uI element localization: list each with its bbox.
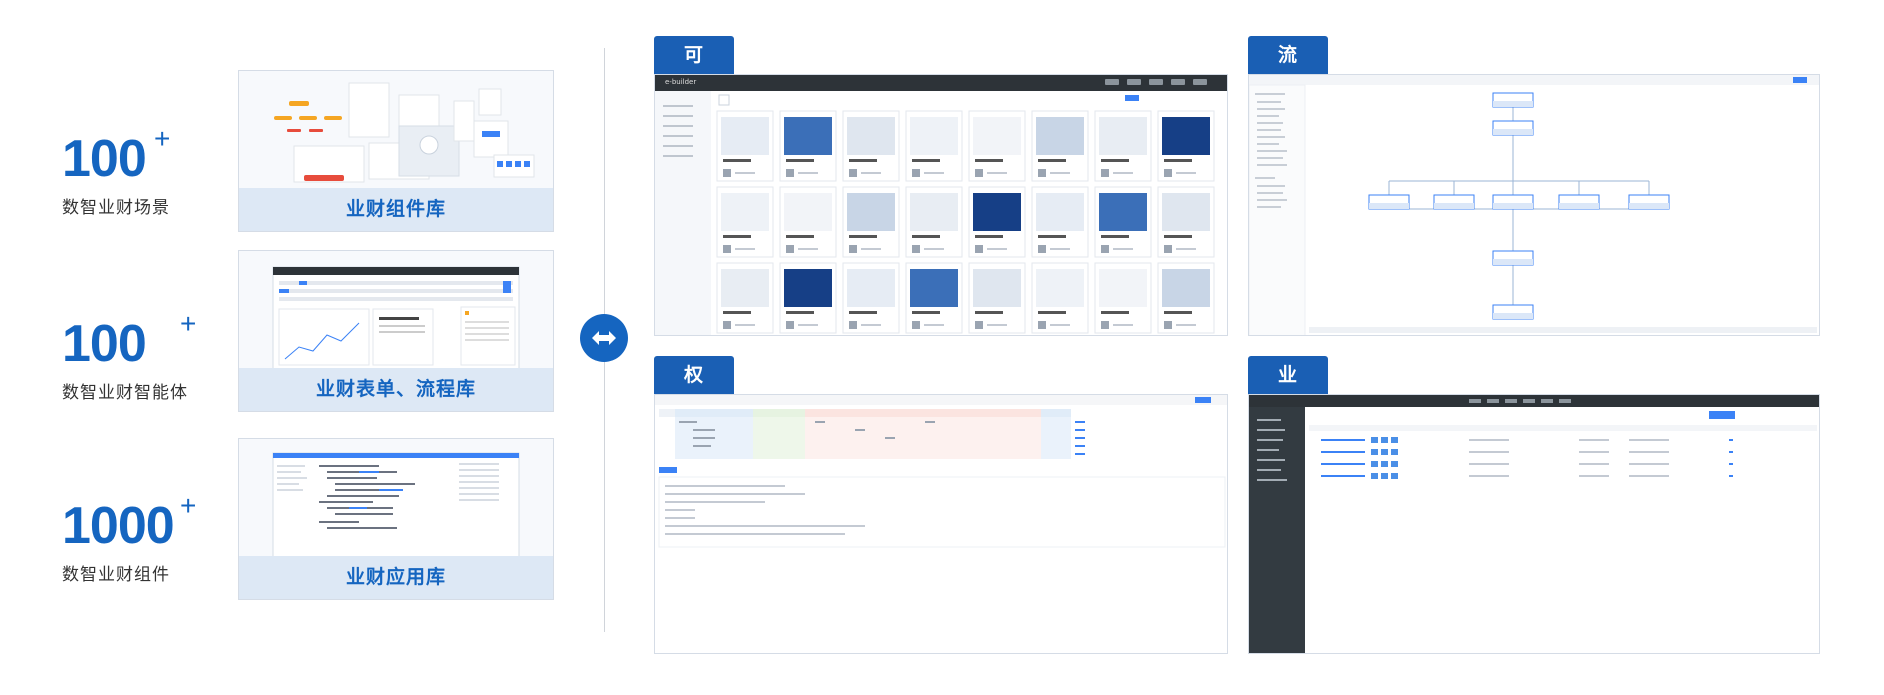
stat-components: 1000 + 数智业财组件 <box>62 490 222 585</box>
stat-number: 1000 <box>62 497 175 555</box>
forms-illustration <box>239 251 553 369</box>
flowchart <box>1249 75 1819 335</box>
orchestration-screenshot[interactable] <box>1248 394 1820 654</box>
responsibility-matrix <box>655 395 1227 548</box>
components-illustration <box>239 71 553 189</box>
process-rows <box>1309 435 1817 481</box>
applications-illustration <box>239 439 553 557</box>
library-caption: 业财表单、流程库 <box>239 368 553 411</box>
components-thumbnail <box>239 71 553 189</box>
process-list <box>1249 395 1819 653</box>
library-card-forms-flows[interactable]: 业财表单、流程库 <box>238 250 554 412</box>
panel-title: 流程可视化调整 <box>1248 36 1329 294</box>
process-adjust-screenshot[interactable] <box>1248 74 1820 336</box>
responsibility-screenshot[interactable] <box>654 394 1228 654</box>
stat-number: 100 <box>62 315 147 373</box>
flow-nodes <box>1368 92 1670 320</box>
stat-plus: + <box>180 490 197 521</box>
swap-button[interactable] <box>580 314 628 362</box>
swap-arrows-icon <box>592 331 616 345</box>
stat-number: 100 <box>62 130 147 188</box>
stat-label: 数智业财场景 <box>62 198 170 218</box>
stat-plus: + <box>154 123 171 154</box>
applications-thumbnail <box>239 439 553 557</box>
stat-agents: 100 + 数智业财智能体 <box>62 308 222 403</box>
stat-scenarios: 100 + 数智业财场景 <box>62 123 222 218</box>
library-caption: 业财组件库 <box>239 188 553 231</box>
page-gallery <box>655 91 1215 335</box>
panel-title: 可视化构建页面 <box>654 36 735 294</box>
library-card-components[interactable]: 业财组件库 <box>238 70 554 232</box>
library-card-applications[interactable]: 业财应用库 <box>238 438 554 600</box>
canvas: 100 + 数智业财场景 100 + 数智业财智能体 1000 + 数智业财组件 <box>0 0 1884 695</box>
visual-build-screenshot[interactable]: e-builder <box>654 74 1228 336</box>
stat-plus: + <box>180 308 197 339</box>
stat-label: 数智业财智能体 <box>62 383 188 403</box>
stat-label: 数智业财组件 <box>62 565 170 585</box>
panel-title: 权责体系调整适配 <box>654 356 735 652</box>
panel-title: 业务过程灵活编排 <box>1248 356 1329 652</box>
library-caption: 业财应用库 <box>239 556 553 599</box>
forms-thumbnail <box>239 251 553 369</box>
